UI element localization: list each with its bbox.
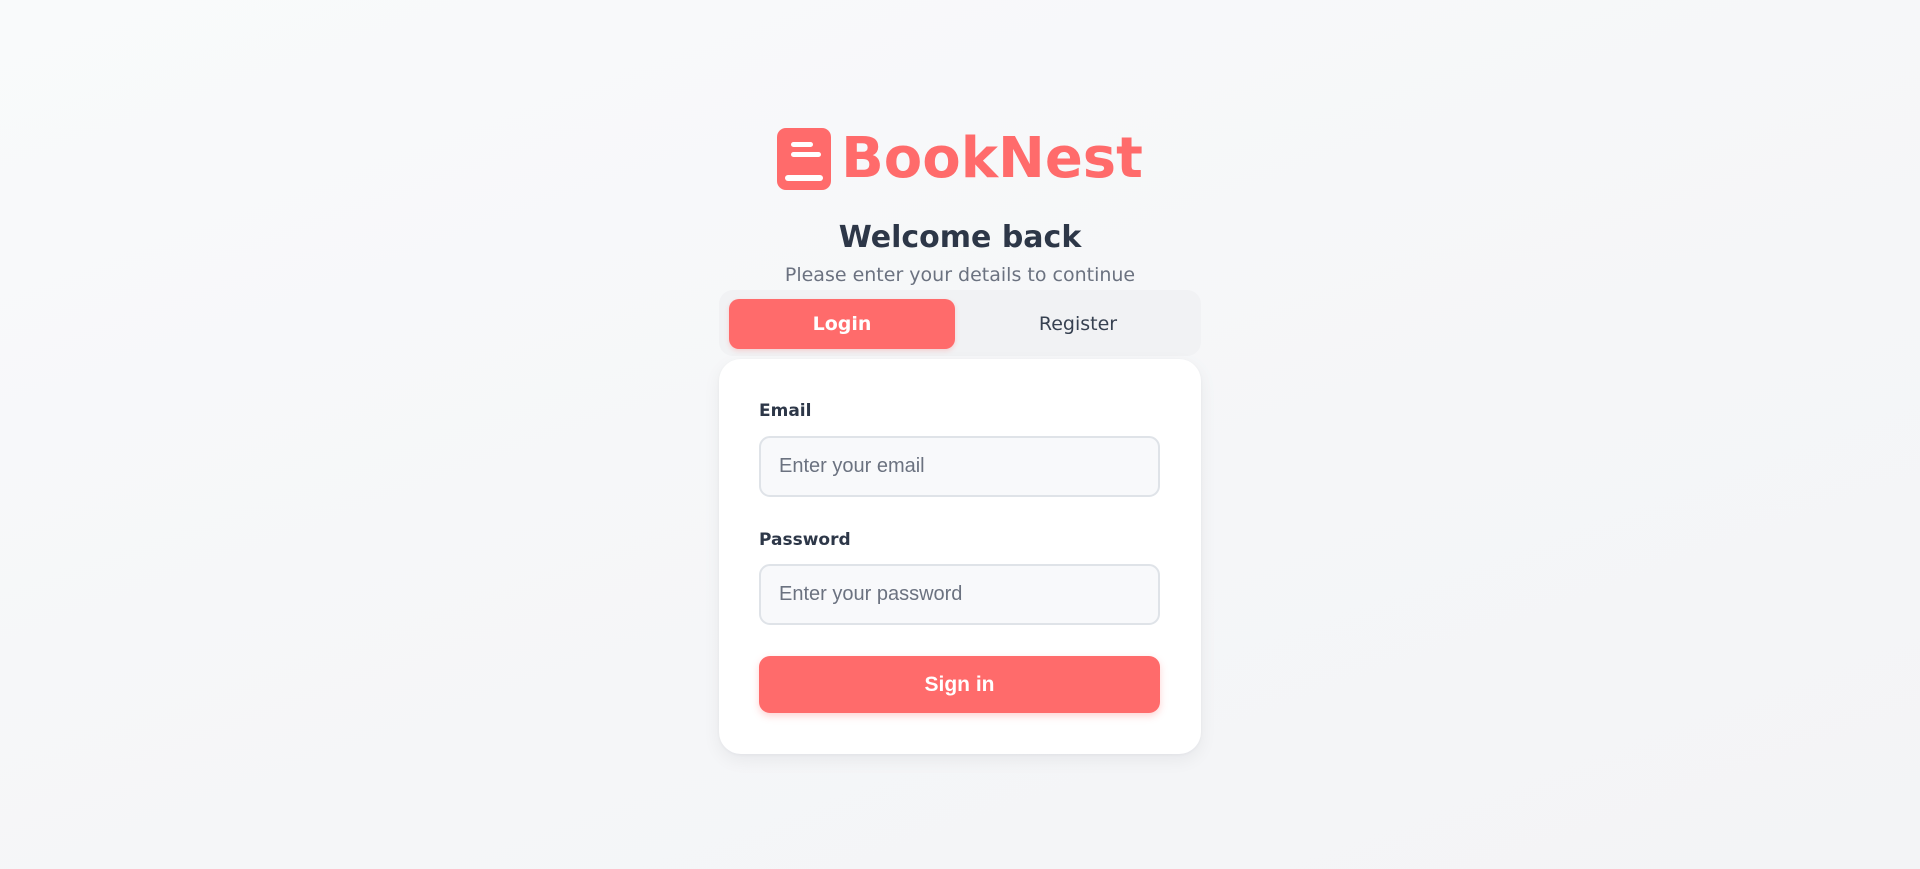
brand-name: BookNest xyxy=(841,126,1143,191)
email-field[interactable] xyxy=(759,436,1160,497)
brand-logo: BookNest xyxy=(0,128,1920,190)
tab-register[interactable]: Register xyxy=(965,299,1191,349)
email-label: Email xyxy=(759,401,812,421)
password-label: Password xyxy=(759,530,851,550)
login-form-card: Email Password Sign in xyxy=(719,359,1201,754)
tab-login[interactable]: Login xyxy=(729,299,955,349)
page-subtitle: Please enter your details to continue xyxy=(784,264,1136,286)
sign-in-button[interactable]: Sign in xyxy=(759,656,1160,713)
book-icon xyxy=(777,128,832,190)
auth-tabs: Login Register xyxy=(719,290,1201,356)
password-field[interactable] xyxy=(759,564,1160,625)
login-page: BookNest Welcome back Please enter your … xyxy=(0,0,1920,869)
page-title: Welcome back xyxy=(838,220,1082,255)
